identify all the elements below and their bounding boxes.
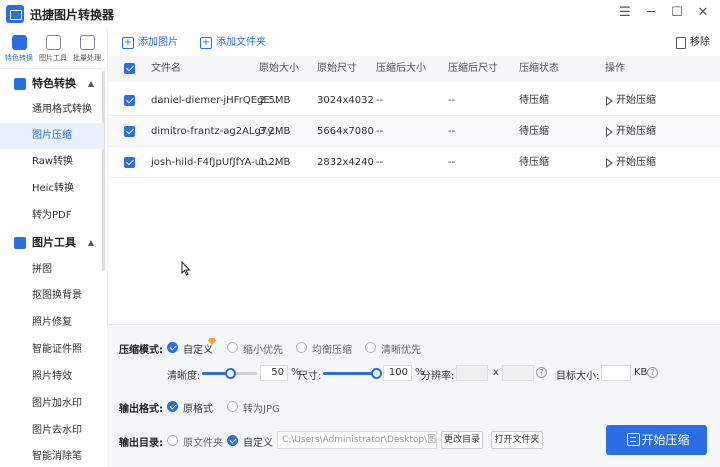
size-slider-handle[interactable] — [371, 368, 382, 379]
change-dir-button[interactable]: 更改目录 — [441, 431, 483, 449]
target-size-input[interactable] — [601, 365, 631, 381]
target-size-label: 目标大小: — [556, 371, 600, 382]
sidebar-item-id-photo[interactable]: 智能证件照 — [0, 337, 104, 363]
clarity-slider[interactable] — [202, 368, 257, 379]
size-input[interactable]: 100 — [383, 365, 412, 381]
mode-balanced-radio[interactable] — [296, 342, 307, 353]
col-filename: 文件名 — [151, 63, 181, 74]
dir-label: 输出目录: — [119, 438, 163, 449]
help-icon[interactable]: ? — [536, 367, 547, 378]
mode-small-radio[interactable] — [227, 342, 238, 353]
sidebar-item-heic-convert[interactable]: Heic转换 — [0, 176, 104, 202]
image-tools-icon — [45, 35, 61, 50]
sidebar-item-to-pdf[interactable]: 转为PDF — [0, 203, 104, 229]
sidebar-item-eraser[interactable]: 智能消除笔 — [0, 444, 104, 467]
col-action: 操作 — [605, 63, 625, 74]
convert-icon — [11, 35, 27, 50]
resolution-height-input[interactable] — [502, 365, 534, 381]
row-checkbox[interactable] — [124, 95, 135, 106]
sidebar-item-cutout[interactable]: 抠图换背景 — [0, 283, 104, 309]
mode-clear-radio[interactable] — [365, 342, 376, 353]
col-new-size: 压缩后大小 — [376, 63, 426, 74]
image-tools-icon — [14, 237, 26, 249]
sidebar-item-general-convert[interactable]: 通用格式转换 — [0, 97, 104, 123]
sidebar-item-collage[interactable]: 拼图 — [0, 257, 104, 283]
col-status: 压缩状态 — [519, 63, 559, 74]
sidebar-group-special[interactable]: 特色转换 ▲ — [0, 71, 104, 97]
table-row[interactable]: dimitro-frantz-ag2ALg7y... 3.2MB 5664x70… — [108, 117, 720, 147]
add-folder-button[interactable]: + 添加文件夹 — [200, 34, 266, 52]
maximize-button[interactable]: ☐ — [664, 3, 690, 23]
sidebar-item-add-watermark[interactable]: 图片加水印 — [0, 391, 104, 417]
row-checkbox[interactable] — [124, 157, 135, 168]
sidebar-group-tools[interactable]: 图片工具 ▲ — [0, 230, 104, 256]
table-row[interactable]: josh-hild-F4fJpUfJfYA-un... 1.2MB 2832x4… — [108, 148, 720, 178]
sidebar-item-photo-effects[interactable]: 照片特效 — [0, 364, 104, 390]
dir-original-radio[interactable] — [167, 435, 178, 446]
row-checkbox[interactable] — [124, 126, 135, 137]
app-logo-icon — [6, 5, 24, 23]
table-row[interactable]: daniel-diemer-jHFrQEgE... 2.5MB 3024x403… — [108, 86, 720, 116]
table-header: 文件名 原始大小 原始尺寸 压缩后大小 压缩后尺寸 压缩状态 操作 — [108, 56, 720, 82]
tab-batch-process[interactable]: 批量处理 — [70, 32, 104, 66]
tab-special-convert[interactable]: 特色转换 — [2, 32, 36, 66]
resolution-label: 分辨率: — [421, 371, 455, 382]
title-bar: 迅捷图片转换器 ☰ ─ ☐ ✕ — [0, 0, 720, 28]
format-jpg-radio[interactable] — [227, 401, 238, 412]
sidebar-item-raw-convert[interactable]: Raw转换 — [0, 149, 104, 175]
close-button[interactable]: ✕ — [690, 3, 716, 23]
sidebar-item-photo-repair[interactable]: 照片修复 — [0, 310, 104, 336]
add-folder-icon: + — [200, 37, 212, 49]
add-image-button[interactable]: + 添加图片 — [122, 34, 178, 52]
add-icon: + — [122, 37, 134, 49]
mouse-cursor-icon — [181, 260, 191, 276]
minimize-button[interactable]: ─ — [638, 3, 664, 23]
clarity-input[interactable]: 50 — [260, 365, 288, 381]
start-compress-button[interactable]: 开始压缩 — [606, 425, 707, 455]
collapse-icon: ▲ — [87, 238, 94, 247]
tab-image-tools[interactable]: 图片工具 — [36, 32, 70, 66]
open-folder-button[interactable]: 打开文件夹 — [491, 431, 543, 449]
menu-icon[interactable]: ☰ — [612, 3, 638, 23]
size-slider[interactable] — [323, 368, 382, 379]
remove-button[interactable]: 移除 — [676, 34, 710, 52]
compress-icon — [627, 433, 640, 446]
size-label: 尺寸: — [298, 371, 322, 382]
resolution-width-input[interactable] — [456, 365, 488, 381]
help-icon[interactable]: ? — [647, 367, 658, 378]
size-slider-fill — [323, 372, 376, 375]
collapse-icon: ▲ — [87, 79, 94, 88]
clarity-label: 清晰度: — [167, 371, 201, 382]
dir-custom-radio[interactable] — [227, 435, 238, 446]
format-original-radio[interactable] — [167, 401, 178, 412]
batch-icon — [79, 35, 95, 50]
col-orig-size: 原始大小 — [259, 63, 299, 74]
start-compress-link[interactable]: 开始压缩 — [605, 117, 656, 147]
trash-icon — [676, 37, 686, 49]
settings-panel: 压缩模式: 自定义 缩小优先 均衡压缩 清晰优先 清晰度: 50 % 尺寸: 1… — [107, 324, 720, 467]
mode-label: 压缩模式: — [119, 345, 163, 356]
sidebar-item-remove-watermark[interactable]: 图片去水印 — [0, 418, 104, 444]
clarity-slider-handle[interactable] — [224, 368, 236, 379]
start-compress-link[interactable]: 开始压缩 — [605, 148, 656, 178]
output-path-field[interactable]: C:\Users\Administrator\Desktop\图片 — [277, 431, 437, 449]
sidebar: 特色转换 ▲ 通用格式转换 图片压缩 Raw转换 Heic转换 转为PDF 图片… — [0, 68, 106, 467]
sidebar-item-image-compress[interactable]: 图片压缩 — [0, 123, 104, 149]
start-compress-link[interactable]: 开始压缩 — [605, 86, 656, 116]
select-all-checkbox[interactable] — [124, 63, 135, 74]
format-label: 输出格式: — [119, 404, 163, 415]
col-new-dims: 压缩后尺寸 — [448, 63, 498, 74]
special-convert-icon — [14, 78, 26, 90]
top-nav: 特色转换 图片工具 批量处理 — [0, 32, 106, 66]
mode-custom-radio[interactable] — [167, 342, 178, 353]
app-title: 迅捷图片转换器 — [30, 8, 115, 22]
col-orig-dims: 原始尺寸 — [317, 63, 357, 74]
